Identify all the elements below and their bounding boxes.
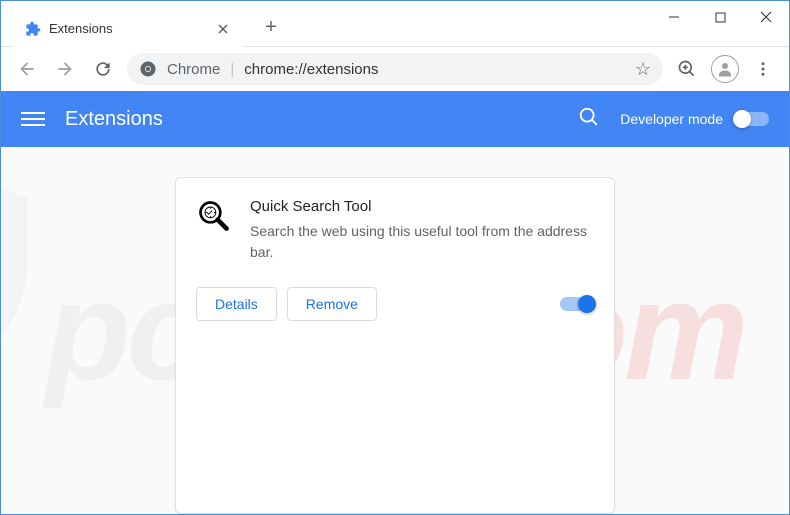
forward-button[interactable] [51,55,79,83]
close-tab-button[interactable] [215,21,231,37]
extension-card: Quick Search Tool Search the web using t… [175,177,615,514]
extension-enable-toggle[interactable] [560,297,594,311]
card-actions: Details Remove [196,287,594,321]
card-body: Quick Search Tool Search the web using t… [250,198,594,263]
window-controls [651,1,789,33]
browser-window: Extensions + [0,0,790,515]
url-prefix: Chrome [167,61,220,78]
reload-button[interactable] [89,55,117,83]
back-button[interactable] [13,55,41,83]
extension-description: Search the web using this useful tool fr… [250,221,594,263]
details-button[interactable]: Details [196,287,277,321]
close-window-button[interactable] [743,1,789,33]
menu-icon[interactable] [21,107,45,131]
zoom-icon[interactable] [673,55,701,83]
new-tab-button[interactable]: + [257,14,285,42]
toolbar: Chrome | chrome://extensions ☆ [1,47,789,91]
extensions-header: Extensions Developer mode [1,91,789,147]
content-area: pcrisk.com Quick Search Tool Search the … [1,147,789,514]
chrome-icon [139,60,157,78]
bookmark-star-icon[interactable]: ☆ [635,59,651,80]
search-icon[interactable] [578,106,600,133]
developer-mode-toggle[interactable] [735,112,769,126]
page-title: Extensions [65,108,578,131]
puzzle-icon [25,21,41,37]
tab-title: Extensions [49,21,207,36]
shield-icon [0,160,45,380]
browser-tab[interactable]: Extensions [13,11,243,47]
maximize-button[interactable] [697,1,743,33]
toggle-knob [733,110,751,128]
card-top: Quick Search Tool Search the web using t… [196,198,594,263]
toggle-knob [578,295,596,313]
minimize-button[interactable] [651,1,697,33]
profile-avatar[interactable] [711,55,739,83]
url-text: chrome://extensions [244,61,625,78]
menu-button[interactable] [749,55,777,83]
url-divider: | [230,61,234,78]
remove-button[interactable]: Remove [287,287,377,321]
extension-icon [196,198,232,234]
address-bar[interactable]: Chrome | chrome://extensions ☆ [127,53,663,85]
titlebar: Extensions + [1,1,789,47]
extension-name: Quick Search Tool [250,198,594,215]
developer-mode-label: Developer mode [620,111,723,127]
